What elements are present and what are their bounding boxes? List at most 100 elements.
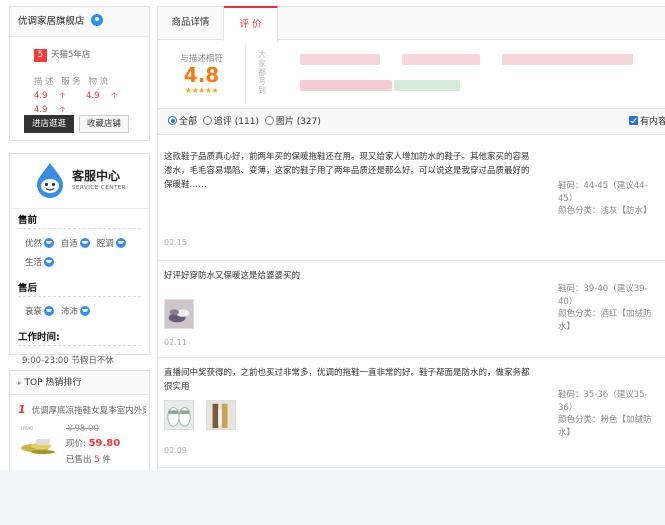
impression-label: 大家都写到 [258, 50, 266, 95]
review-size: 鞋码：44-45（建议44-45） [558, 181, 648, 204]
review-summary: 与描述相符 4.8 ★★★★★ 大家都写到 [158, 40, 665, 109]
review-size: 鞋码：39-40（建议39-40） [558, 284, 648, 307]
review-size: 鞋码：35-36（建议35-36） [558, 390, 648, 413]
radio-checked-icon[interactable] [168, 116, 177, 125]
service-center-subtitle: SERVICE CENTER [72, 185, 127, 191]
service-center-header: 客服中心 SERVICE CENTER [10, 154, 149, 209]
filter-pictures[interactable]: 图片 (327) [264, 109, 321, 135]
review-color: 颜色分类：粉色【加绒防水】 [558, 415, 652, 438]
filter-has-content[interactable]: 有内容 [628, 109, 665, 135]
tab-reviews[interactable]: 评 价 [224, 6, 278, 42]
presale-agent-4[interactable]: 生活 [25, 254, 55, 273]
tab-product-detail[interactable]: 商品详情 [158, 6, 224, 41]
enter-shop-button[interactable]: 进店逛逛 [24, 115, 75, 133]
aftersale-agents: 衰衰 沛沛 [10, 297, 149, 326]
top-item-title[interactable]: 1 优调厚底凉拖鞋女夏季室内外穿 [18, 403, 146, 416]
top-sellers-title: TOP 热销排行 [24, 378, 82, 388]
impression-tag[interactable] [502, 54, 582, 65]
worktime-value: 9:00-23:00 节假日不休 [22, 356, 114, 366]
wangwang-chat-icon[interactable] [44, 306, 55, 316]
service-center-title: 客服中心 [72, 169, 121, 183]
score-value-service: 4.9 🡡 [86, 90, 126, 104]
product-main-area: 商品详情 评 价 与描述相符 4.8 ★★★★★ 大家都写到 全部 追评 (11… [157, 6, 665, 470]
score-label-logistics: 物流 [88, 77, 111, 87]
review-sku: 鞋码：35-36（建议35-36） 颜色分类：粉色【加绒防水】 [558, 389, 662, 439]
score-labels: 描述 服务 物流 [34, 75, 149, 87]
radio-icon[interactable] [202, 116, 212, 125]
wangwang-chat-icon[interactable] [79, 238, 90, 248]
shop-age-row: 5 天猫5年店 [34, 48, 149, 62]
worktime-title: 工作时间: [18, 326, 141, 346]
score-value-desc: 4.9 🡡 [34, 90, 74, 104]
triangle-right-icon: ▸ [18, 379, 22, 387]
arrow-up-icon: 🡡 [59, 91, 66, 101]
wangwang-chat-icon[interactable] [44, 257, 55, 267]
filter-all[interactable]: 全部 [168, 109, 197, 135]
wangwang-chat-icon[interactable] [79, 306, 90, 316]
presale-title: 售前 [18, 209, 141, 229]
review-photo[interactable] [206, 400, 236, 430]
review-item: 好评好穿防水又保暖这是给婆婆买的 02.11 鞋码：39-40（建议39-40）… [158, 261, 665, 358]
wangwang-chat-icon[interactable] [44, 238, 55, 248]
review-sku: 鞋码：39-40（建议39-40） 颜色分类：酒红【加绒防水】 [558, 283, 662, 333]
shop-age-badge: 5 [34, 49, 47, 62]
score-label-service: 服务 [61, 77, 84, 87]
top-item-rank: 1 [18, 403, 26, 416]
aftersale-agent-2[interactable]: 沛沛 [61, 303, 90, 322]
shop-age-label: 天猫5年店 [51, 50, 91, 60]
top-item-current-price: 现价: 59.80 [66, 438, 121, 449]
review-sku: 鞋码：44-45（建议44-45） 颜色分类：浅灰【防水】 [558, 180, 662, 218]
aftersale-agent-1[interactable]: 衰衰 [25, 303, 55, 322]
top-sellers-panel: ▸ TOP 热销排行 1 优调厚底凉拖鞋女夏季室内外穿 UYIAO ￥98.00 现… [9, 370, 150, 470]
review-text: 这款鞋子品质真心好，前两年买的保暖拖鞋还在用。现又给家人增加防水的鞋子。其他家买… [164, 152, 530, 190]
review-color: 颜色分类：酒红【加绒防水】 [558, 309, 652, 332]
review-photo[interactable] [164, 400, 194, 430]
impression-tag[interactable] [394, 80, 460, 91]
customer-service-icon [37, 163, 63, 198]
impression-tag[interactable] [402, 54, 480, 65]
review-text: 好评好穿防水又保暖这是给婆婆买的 [164, 271, 301, 281]
presale-agent-1[interactable]: 优然 [25, 235, 55, 254]
favorite-shop-button[interactable]: 收藏店铺 [78, 115, 129, 133]
shop-title-bar: 优调家居旗舰店 [10, 7, 149, 37]
svg-text:UYIAO: UYIAO [21, 426, 33, 431]
checkbox-checked-icon[interactable] [628, 116, 638, 125]
arrow-up-icon: 🡡 [111, 91, 118, 101]
review-item: 直播间中奖获得的，之前也买过非常多，优调的拖鞋一直非常的好。鞋子帮面是防水的，做… [158, 358, 665, 468]
review-item: 这款鞋子品质真心好，前两年买的保暖拖鞋还在用。现又给家人增加防水的鞋子。其他家买… [158, 142, 665, 261]
top-item-name[interactable]: 优调厚底凉拖鞋女夏季室内外穿 [32, 406, 146, 416]
shop-info-panel: 优调家居旗舰店 5 天猫5年店 描述 服务 物流 4.9 🡡 4.9 🡡 4.9 … [9, 6, 150, 141]
rating-stars: ★★★★★ [184, 86, 219, 95]
slipper-product-image[interactable]: UYIAO [19, 424, 57, 458]
review-photo[interactable] [164, 299, 194, 329]
filter-append[interactable]: 追评 (111) [202, 109, 259, 135]
vip-badge-icon [90, 14, 103, 26]
impression-tag[interactable] [300, 54, 380, 65]
shop-name[interactable]: 优调家居旗舰店 [18, 16, 85, 27]
match-score: 4.8 [183, 63, 220, 87]
impression-tag[interactable] [578, 54, 633, 65]
top-item-body: UYIAO ￥98.00 现价: 59.80 已售出 5 件 [10, 416, 149, 472]
score-values: 4.9 🡡 4.9 🡡 4.9 🡡 [34, 90, 149, 118]
top-item-old-price: ￥98.00 [66, 424, 99, 434]
service-center-panel: 客服中心 SERVICE CENTER 售前 优然 自适 腔调 生活 售后 衰衰… [9, 153, 150, 366]
radio-icon[interactable] [264, 116, 274, 125]
wangwang-chat-icon[interactable] [115, 238, 126, 248]
top-sellers-title-bar: ▸ TOP 热销排行 [10, 371, 149, 395]
presale-agents: 优然 自适 腔调 生活 [10, 229, 149, 277]
match-score-box: 与描述相符 4.8 ★★★★★ [158, 44, 246, 104]
review-text: 直播间中奖获得的，之前也买过非常多，优调的拖鞋一直非常的好。鞋子帮面是防水的，做… [164, 368, 530, 392]
review-date: 02.09 [164, 446, 187, 455]
product-tabs: 商品详情 评 价 [158, 6, 665, 42]
top-item-sold-count: 已售出 5 件 [66, 455, 111, 465]
review-color: 颜色分类：浅灰【防水】 [558, 206, 652, 216]
impression-tag[interactable] [300, 80, 392, 91]
review-date: 02.15 [164, 238, 187, 247]
presale-agent-2[interactable]: 自适 [61, 235, 90, 254]
shop-buttons: 进店逛逛 收藏店铺 [24, 115, 131, 133]
review-date: 02.11 [164, 338, 187, 347]
presale-agent-3[interactable]: 腔调 [97, 235, 126, 254]
score-label-desc: 描述 [34, 77, 57, 87]
aftersale-title: 售后 [18, 277, 141, 297]
review-filter-bar: 全部 追评 (111) 图片 (327) 有内容 [158, 109, 665, 135]
